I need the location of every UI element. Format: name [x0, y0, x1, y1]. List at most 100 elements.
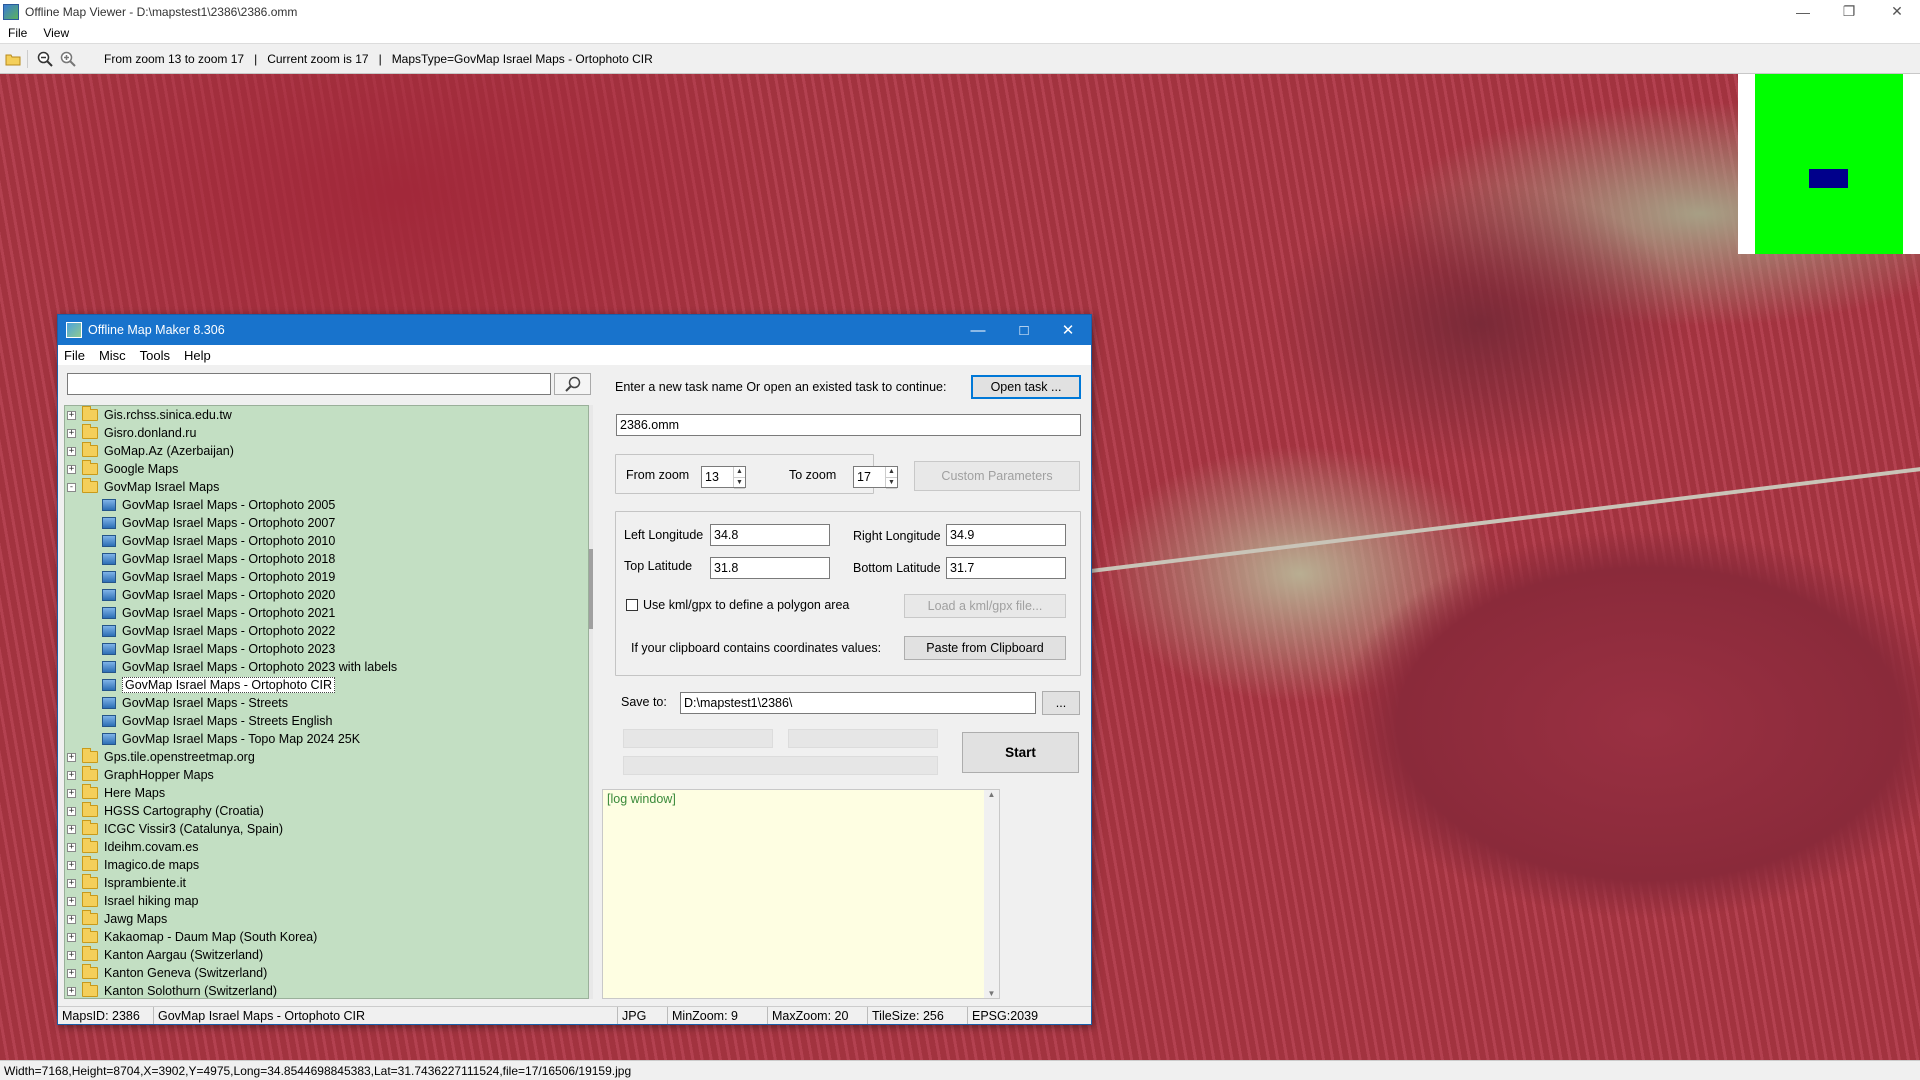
tree-folder-item[interactable]: + Ideihm.covam.es: [67, 838, 198, 856]
tree-map-item[interactable]: GovMap Israel Maps - Ortophoto 2023: [102, 640, 335, 658]
tree-folder-item[interactable]: + GoMap.Az (Azerbaijan): [67, 442, 234, 460]
dialog-title-bar[interactable]: Offline Map Maker 8.306 — □ ✕: [58, 315, 1091, 345]
browse-button[interactable]: ...: [1042, 691, 1080, 715]
map-source-tree[interactable]: + Gis.rchss.sinica.edu.tw + Gisro.donland.r…: [64, 405, 589, 999]
spin-down-icon[interactable]: ▼: [734, 478, 745, 489]
zoom-in-icon[interactable]: [58, 49, 78, 69]
save-path-input[interactable]: D:\mapstest1\2386\: [680, 692, 1036, 714]
open-task-button[interactable]: Open task ...: [971, 375, 1081, 399]
tree-folder-item[interactable]: + Google Maps: [67, 460, 178, 478]
scroll-down-icon[interactable]: ▼: [984, 989, 999, 998]
close-button[interactable]: ✕: [1874, 0, 1920, 23]
tree-scrollbar-thumb[interactable]: [589, 549, 593, 629]
open-folder-icon[interactable]: [3, 49, 23, 69]
dialog-menu-misc[interactable]: Misc: [99, 348, 126, 363]
dialog-maximize-button[interactable]: □: [1001, 315, 1047, 345]
dialog-minimize-button[interactable]: —: [955, 315, 1001, 345]
left-longitude-input[interactable]: 34.8: [710, 524, 830, 546]
tree-folder-item[interactable]: + Isprambiente.it: [67, 874, 186, 892]
tree-folder-item[interactable]: + Kakaomap - Daum Map (South Korea): [67, 928, 317, 946]
dialog-menu-file[interactable]: File: [64, 348, 85, 363]
search-button[interactable]: [554, 373, 591, 395]
expand-icon[interactable]: +: [67, 842, 76, 852]
search-input[interactable]: [67, 373, 551, 395]
tree-map-item[interactable]: GovMap Israel Maps - Streets English: [102, 712, 333, 730]
tree-folder-item[interactable]: + ICGC Vissir3 (Catalunya, Spain): [67, 820, 283, 838]
to-zoom-spinner[interactable]: 17 ▲ ▼: [853, 466, 898, 489]
minimap[interactable]: [1755, 74, 1903, 254]
tree-map-item[interactable]: GovMap Israel Maps - Streets: [102, 694, 288, 712]
tree-map-item[interactable]: GovMap Israel Maps - Ortophoto CIR: [102, 676, 336, 694]
tree-map-item[interactable]: GovMap Israel Maps - Ortophoto 2021: [102, 604, 335, 622]
maximize-button[interactable]: ❐: [1826, 0, 1872, 23]
log-window[interactable]: [log window]: [602, 789, 1000, 999]
expand-icon[interactable]: +: [67, 770, 76, 780]
expand-icon[interactable]: +: [67, 986, 76, 996]
paste-from-clipboard-button[interactable]: Paste from Clipboard: [904, 636, 1066, 660]
expand-icon[interactable]: +: [67, 788, 76, 798]
expand-icon[interactable]: +: [67, 968, 76, 978]
tree-folder-item[interactable]: - GovMap Israel Maps: [67, 478, 219, 496]
dialog-menu-help[interactable]: Help: [184, 348, 211, 363]
to-zoom-value: 17: [857, 470, 871, 484]
expand-icon[interactable]: +: [67, 824, 76, 834]
spin-up-icon[interactable]: ▲: [734, 467, 745, 478]
task-name-input[interactable]: 2386.omm: [616, 414, 1081, 436]
expand-icon[interactable]: +: [67, 914, 76, 924]
from-zoom-spinner[interactable]: 13 ▲ ▼: [701, 466, 746, 489]
menu-file[interactable]: File: [8, 26, 27, 40]
tree-folder-item[interactable]: + GraphHopper Maps: [67, 766, 214, 784]
expand-icon[interactable]: +: [67, 860, 76, 870]
tree-folder-item[interactable]: + HGSS Cartography (Croatia): [67, 802, 264, 820]
tree-folder-item[interactable]: + Jawg Maps: [67, 910, 167, 928]
tree-folder-item[interactable]: + Kanton Aargau (Switzerland): [67, 946, 263, 964]
load-kml-button[interactable]: Load a kml/gpx file...: [904, 594, 1066, 618]
expand-icon[interactable]: +: [67, 932, 76, 942]
tree-map-item[interactable]: GovMap Israel Maps - Ortophoto 2023 with…: [102, 658, 397, 676]
tree-map-item[interactable]: GovMap Israel Maps - Ortophoto 2010: [102, 532, 335, 550]
tree-folder-item[interactable]: + Gis.rchss.sinica.edu.tw: [67, 406, 232, 424]
tree-folder-item[interactable]: + Gisro.donland.ru: [67, 424, 196, 442]
top-latitude-input[interactable]: 31.8: [710, 557, 830, 579]
right-longitude-input[interactable]: 34.9: [946, 524, 1066, 546]
tree-folder-item[interactable]: + Kanton Geneva (Switzerland): [67, 964, 267, 982]
tree-map-item[interactable]: GovMap Israel Maps - Topo Map 2024 25K: [102, 730, 360, 748]
expand-icon[interactable]: +: [67, 446, 76, 456]
expand-icon[interactable]: +: [67, 950, 76, 960]
tree-map-item[interactable]: GovMap Israel Maps - Ortophoto 2018: [102, 550, 335, 568]
kml-checkbox[interactable]: [626, 599, 638, 611]
custom-parameters-button[interactable]: Custom Parameters: [914, 461, 1080, 491]
tree-scrollbar[interactable]: [589, 405, 593, 999]
expand-icon[interactable]: +: [67, 428, 76, 438]
bottom-latitude-input[interactable]: 31.7: [946, 557, 1066, 579]
tree-folder-item[interactable]: + Gps.tile.openstreetmap.org: [67, 748, 255, 766]
expand-icon[interactable]: +: [67, 410, 76, 420]
tree-map-item[interactable]: GovMap Israel Maps - Ortophoto 2020: [102, 586, 335, 604]
scroll-up-icon[interactable]: ▲: [984, 790, 999, 799]
start-button[interactable]: Start: [962, 732, 1079, 773]
expand-icon[interactable]: +: [67, 878, 76, 888]
expand-icon[interactable]: +: [67, 806, 76, 816]
tree-folder-item[interactable]: + Kanton Solothurn (Switzerland): [67, 982, 277, 998]
tree-folder-item[interactable]: + Here Maps: [67, 784, 165, 802]
dialog-menu-tools[interactable]: Tools: [140, 348, 170, 363]
zoom-out-icon[interactable]: [35, 49, 55, 69]
spin-up-icon[interactable]: ▲: [886, 467, 897, 478]
expand-icon[interactable]: +: [67, 464, 76, 474]
collapse-icon[interactable]: -: [67, 482, 76, 492]
expand-icon[interactable]: +: [67, 752, 76, 762]
log-scrollbar[interactable]: ▲ ▼: [984, 790, 999, 998]
tree-folder-item[interactable]: + Israel hiking map: [67, 892, 199, 910]
outer-title-bar: Offline Map Viewer - D:\mapstest1\2386\2…: [0, 0, 1920, 23]
tree-map-item[interactable]: GovMap Israel Maps - Ortophoto 2007: [102, 514, 335, 532]
tree-map-item[interactable]: GovMap Israel Maps - Ortophoto 2019: [102, 568, 335, 586]
tree-map-item[interactable]: GovMap Israel Maps - Ortophoto 2005: [102, 496, 335, 514]
dialog-close-button[interactable]: ✕: [1045, 315, 1091, 345]
tree-map-item[interactable]: GovMap Israel Maps - Ortophoto 2022: [102, 622, 335, 640]
tree-folder-item[interactable]: + Imagico.de maps: [67, 856, 199, 874]
minimap-viewport[interactable]: [1809, 169, 1848, 188]
spin-down-icon[interactable]: ▼: [886, 478, 897, 489]
expand-icon[interactable]: +: [67, 896, 76, 906]
menu-view[interactable]: View: [43, 26, 69, 40]
minimize-button[interactable]: —: [1780, 0, 1826, 23]
